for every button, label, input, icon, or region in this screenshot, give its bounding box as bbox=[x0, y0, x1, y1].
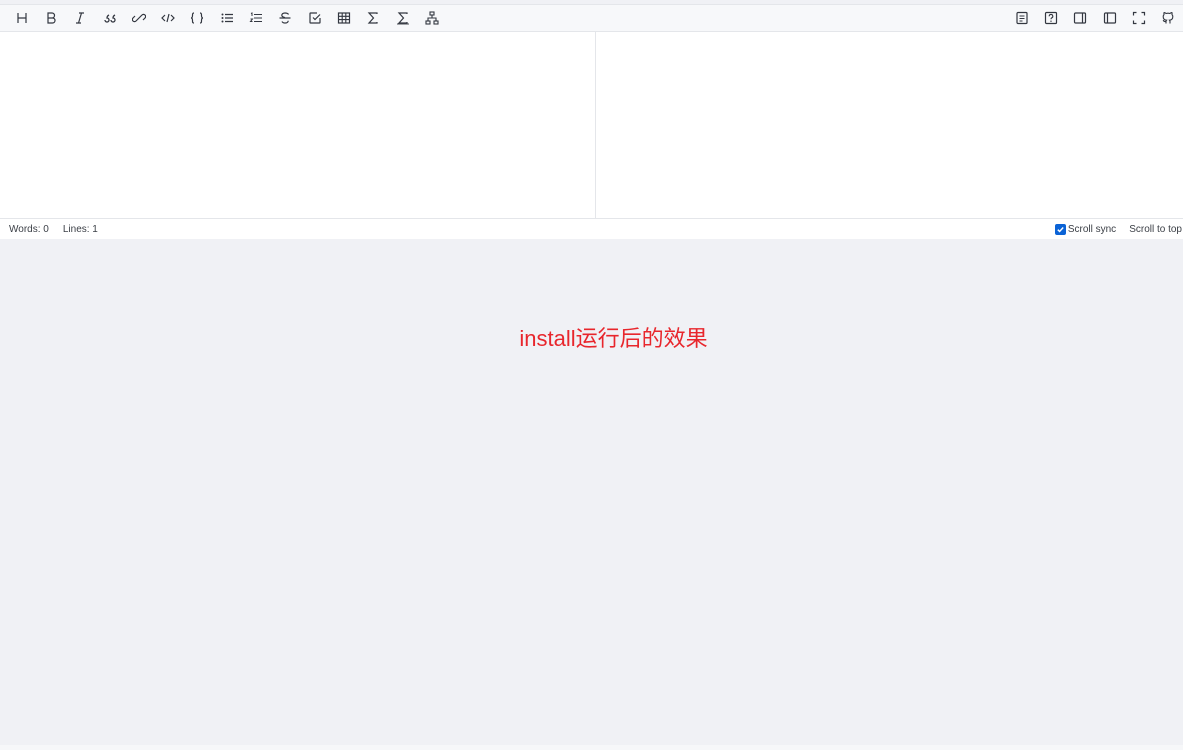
braces-icon bbox=[191, 12, 204, 24]
sigma-icon bbox=[367, 12, 378, 24]
status-bar: Words: 0 Lines: 1 Scroll sync Scroll to … bbox=[0, 218, 1183, 239]
caption-text: install运行后的效果 bbox=[519, 326, 708, 351]
github-icon bbox=[1162, 12, 1174, 24]
fullscreen-button[interactable] bbox=[1124, 5, 1153, 31]
code-block-button[interactable] bbox=[183, 5, 212, 31]
document-icon bbox=[1016, 11, 1028, 25]
bullet-list-icon bbox=[221, 13, 233, 23]
table-button[interactable] bbox=[329, 5, 358, 31]
heading-icon bbox=[17, 13, 27, 23]
toolbar-right-group bbox=[1007, 5, 1183, 31]
help-button[interactable] bbox=[1037, 5, 1066, 31]
block-math-button[interactable] bbox=[388, 5, 417, 31]
preview-pane bbox=[596, 32, 1183, 218]
link-button[interactable] bbox=[124, 5, 153, 31]
panel-right-icon bbox=[1074, 12, 1087, 24]
task-list-button[interactable] bbox=[300, 5, 329, 31]
code-button[interactable] bbox=[153, 5, 182, 31]
quote-icon bbox=[103, 14, 116, 23]
heading-button[interactable] bbox=[7, 5, 36, 31]
bold-icon bbox=[47, 12, 56, 24]
scroll-sync-checkbox[interactable] bbox=[1054, 223, 1066, 235]
scroll-sync-label[interactable]: Scroll sync bbox=[1068, 224, 1116, 235]
bottom-edge bbox=[0, 745, 1183, 750]
check-icon bbox=[1057, 226, 1064, 233]
ordered-list-button[interactable] bbox=[241, 5, 270, 31]
editor-panes bbox=[0, 32, 1183, 218]
markdown-input-pane[interactable] bbox=[0, 32, 596, 218]
github-button[interactable] bbox=[1154, 5, 1183, 31]
fullscreen-icon bbox=[1132, 11, 1146, 25]
code-icon bbox=[161, 13, 175, 23]
link-icon bbox=[131, 13, 146, 23]
toolbar-left-group bbox=[7, 5, 446, 31]
scroll-to-top-link[interactable]: Scroll to top bbox=[1129, 224, 1182, 235]
strikethrough-button[interactable] bbox=[271, 5, 300, 31]
help-icon bbox=[1045, 11, 1058, 25]
bold-button[interactable] bbox=[36, 5, 65, 31]
toc-button[interactable] bbox=[1007, 5, 1036, 31]
unordered-list-button[interactable] bbox=[212, 5, 241, 31]
panel-left-icon bbox=[1103, 12, 1116, 24]
line-count: Lines: 1 bbox=[62, 223, 98, 235]
numbered-list-icon bbox=[249, 12, 263, 22]
toggle-preview-button[interactable] bbox=[1066, 5, 1095, 31]
checkbox-icon bbox=[309, 12, 321, 24]
inline-math-button[interactable] bbox=[359, 5, 388, 31]
strikethrough-icon bbox=[279, 12, 291, 24]
sigma-block-icon bbox=[396, 12, 409, 25]
word-count: Words: 0 bbox=[9, 223, 49, 235]
diagram-icon bbox=[425, 11, 439, 25]
status-counts: Words: 0 Lines: 1 bbox=[9, 219, 112, 239]
italic-button[interactable] bbox=[66, 5, 95, 31]
editor-toolbar bbox=[0, 5, 1183, 32]
toggle-editor-button[interactable] bbox=[1095, 5, 1124, 31]
mermaid-diagram-button[interactable] bbox=[417, 5, 446, 31]
table-icon bbox=[337, 12, 351, 24]
quote-button[interactable] bbox=[95, 5, 124, 31]
status-actions: Scroll sync Scroll to top bbox=[1054, 219, 1182, 239]
italic-icon bbox=[76, 12, 85, 24]
markdown-editor: Words: 0 Lines: 1 Scroll sync Scroll to … bbox=[0, 4, 1183, 239]
